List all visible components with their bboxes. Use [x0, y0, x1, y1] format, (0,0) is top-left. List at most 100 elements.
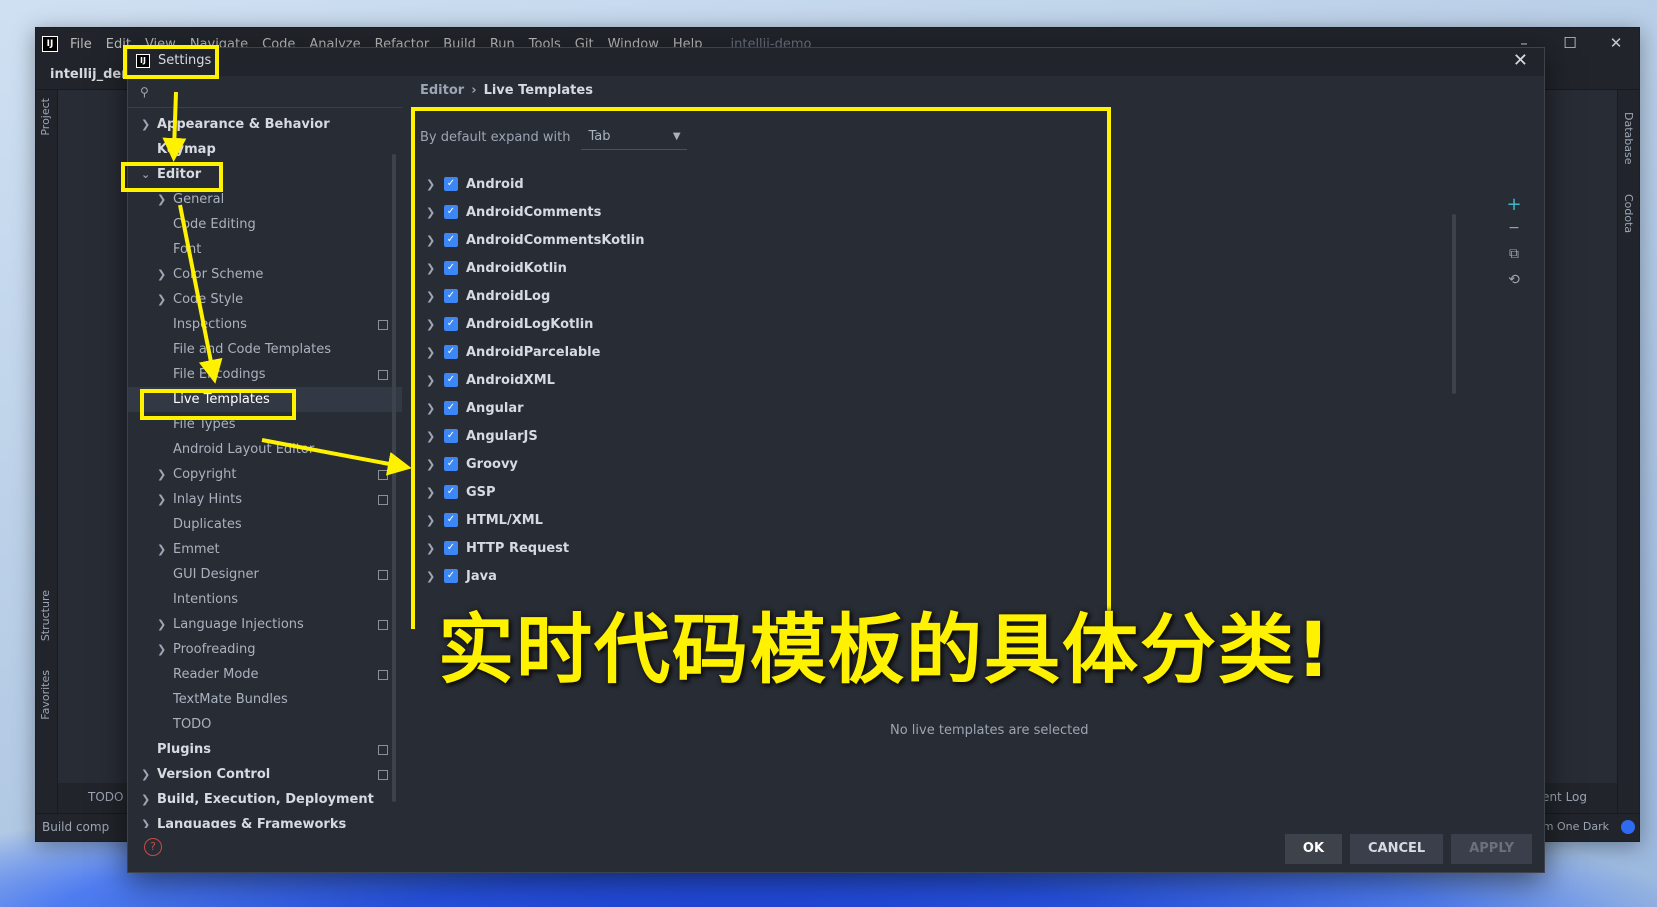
annotation-box-content — [411, 107, 1111, 629]
tree-item-label: Code Editing — [173, 217, 256, 232]
tree-item-label: Plugins — [157, 742, 211, 757]
tree-item-label: Color Scheme — [173, 267, 264, 282]
project-scope-icon — [378, 320, 388, 330]
project-scope-icon — [378, 770, 388, 780]
chevron-right-icon[interactable]: ❯ — [157, 262, 166, 287]
tree-scrollbar[interactable] — [392, 154, 396, 802]
remove-template-icon[interactable]: − — [1504, 220, 1524, 246]
tree-item-color-scheme[interactable]: ❯ Color Scheme — [128, 262, 402, 287]
database-tool-tab[interactable]: Database — [1622, 112, 1635, 165]
tree-item-todo[interactable]: TODO — [128, 712, 402, 737]
tree-item-copyright[interactable]: ❯ Copyright — [128, 462, 402, 487]
tree-item-duplicates[interactable]: Duplicates — [128, 512, 402, 537]
tree-item-version-control[interactable]: ❯ Version Control — [128, 762, 402, 787]
tree-item-label: Inspections — [173, 317, 247, 332]
left-tool-strip: Project Structure Favorites — [36, 90, 58, 813]
tree-item-gui-designer[interactable]: GUI Designer — [128, 562, 402, 587]
structure-tool-tab[interactable]: Structure — [39, 590, 52, 641]
tree-item-keymap[interactable]: Keymap — [128, 137, 402, 162]
ok-button[interactable]: OK — [1284, 834, 1343, 864]
chevron-right-icon[interactable]: ❯ — [157, 612, 166, 637]
templates-toolbar: + − ⧉ ⟲ — [1504, 194, 1524, 298]
tree-item-label: Version Control — [157, 767, 271, 782]
status-message: Build comp — [42, 820, 110, 834]
chevron-right-icon[interactable]: ❯ — [141, 762, 150, 787]
empty-selection-message: No live templates are selected — [890, 723, 1089, 738]
right-tool-strip: Database Codota — [1617, 90, 1639, 813]
menu-file[interactable]: File — [70, 37, 92, 52]
settings-search-input[interactable]: ⚲ — [128, 76, 402, 108]
tree-item-label: File and Code Templates — [173, 342, 331, 357]
footer-buttons: OK CANCEL APPLY — [1277, 834, 1532, 864]
codota-tool-tab[interactable]: Codota — [1622, 194, 1635, 233]
tree-item-label: Copyright — [173, 467, 237, 482]
annotation-caption: 实时代码模板的具体分类! — [438, 605, 1333, 694]
breadcrumb-current: Live Templates — [483, 83, 593, 98]
tree-item-label: Emmet — [173, 542, 220, 557]
tree-item-file-code-templates[interactable]: File and Code Templates — [128, 337, 402, 362]
tree-item-label: Appearance & Behavior — [157, 117, 330, 132]
tree-item-inspections[interactable]: Inspections — [128, 312, 402, 337]
cancel-button[interactable]: CANCEL — [1350, 834, 1444, 864]
tree-item-label: Font — [173, 242, 202, 257]
maximize-button[interactable]: ☐ — [1547, 28, 1593, 60]
copy-template-icon[interactable]: ⧉ — [1504, 246, 1524, 272]
tree-item-label: Inlay Hints — [173, 492, 242, 507]
chevron-right-icon[interactable]: ❯ — [141, 787, 150, 812]
apply-button[interactable]: APPLY — [1451, 834, 1532, 864]
intellij-logo-icon: IJ — [42, 36, 58, 52]
project-scope-icon — [378, 370, 388, 380]
tree-item-label: Keymap — [157, 142, 216, 157]
chevron-right-icon[interactable]: ❯ — [141, 112, 150, 137]
chevron-right-icon[interactable]: ❯ — [157, 487, 166, 512]
tree-item-label: Language Injections — [173, 617, 304, 632]
chevron-right-icon[interactable]: ❯ — [157, 537, 166, 562]
close-window-button[interactable]: ✕ — [1593, 28, 1639, 60]
project-scope-icon — [378, 620, 388, 630]
tree-item-code-editing[interactable]: Code Editing — [128, 212, 402, 237]
breadcrumb: Editor › Live Templates — [420, 83, 593, 98]
annotation-box-live-templates — [140, 389, 296, 420]
todo-tool-button[interactable]: TODO — [88, 790, 123, 804]
tree-item-code-style[interactable]: ❯ Code Style — [128, 287, 402, 312]
chevron-right-icon[interactable]: ❯ — [157, 637, 166, 662]
tree-item-label: Reader Mode — [173, 667, 259, 682]
close-dialog-button[interactable]: ✕ — [1513, 50, 1528, 71]
project-scope-icon — [378, 670, 388, 680]
project-tool-tab[interactable]: Project — [39, 98, 52, 136]
breadcrumb-separator: › — [471, 83, 477, 98]
tree-item-build-execution[interactable]: ❯ Build, Execution, Deployment — [128, 787, 402, 812]
template-list-scrollbar[interactable] — [1452, 214, 1456, 394]
notification-dot-icon[interactable] — [1621, 820, 1635, 834]
help-icon[interactable]: ? — [144, 838, 162, 856]
annotation-box-settings — [123, 45, 219, 79]
tree-item-font[interactable]: Font — [128, 237, 402, 262]
tree-item-label: General — [173, 192, 225, 207]
tree-item-file-encodings[interactable]: File Encodings — [128, 362, 402, 387]
tree-item-proofreading[interactable]: ❯ Proofreading — [128, 637, 402, 662]
tree-item-textmate-bundles[interactable]: TextMate Bundles — [128, 687, 402, 712]
tree-item-intentions[interactable]: Intentions — [128, 587, 402, 612]
project-scope-icon — [378, 470, 388, 480]
add-template-icon[interactable]: + — [1504, 194, 1524, 220]
breadcrumb-parent[interactable]: Editor — [420, 83, 464, 98]
tree-item-label: Code Style — [173, 292, 244, 307]
tree-item-label: Duplicates — [173, 517, 242, 532]
restore-defaults-icon[interactable]: ⟲ — [1504, 272, 1524, 298]
tree-item-language-injections[interactable]: ❯ Language Injections — [128, 612, 402, 637]
project-scope-icon — [378, 570, 388, 580]
tree-item-reader-mode[interactable]: Reader Mode — [128, 662, 402, 687]
annotation-box-editor — [121, 162, 223, 192]
tree-item-inlay-hints[interactable]: ❯ Inlay Hints — [128, 487, 402, 512]
favorites-tool-tab[interactable]: Favorites — [39, 670, 52, 720]
project-scope-icon — [378, 745, 388, 755]
tree-item-appearance[interactable]: ❯ Appearance & Behavior — [128, 112, 402, 137]
project-scope-icon — [378, 495, 388, 505]
tree-item-emmet[interactable]: ❯ Emmet — [128, 537, 402, 562]
tree-item-android-layout-editor[interactable]: Android Layout Editor — [128, 437, 402, 462]
tree-item-label: TextMate Bundles — [173, 692, 288, 707]
dialog-titlebar: IJ Settings ✕ — [128, 48, 1544, 76]
chevron-right-icon[interactable]: ❯ — [157, 462, 166, 487]
tree-item-plugins[interactable]: Plugins — [128, 737, 402, 762]
chevron-right-icon[interactable]: ❯ — [157, 287, 166, 312]
